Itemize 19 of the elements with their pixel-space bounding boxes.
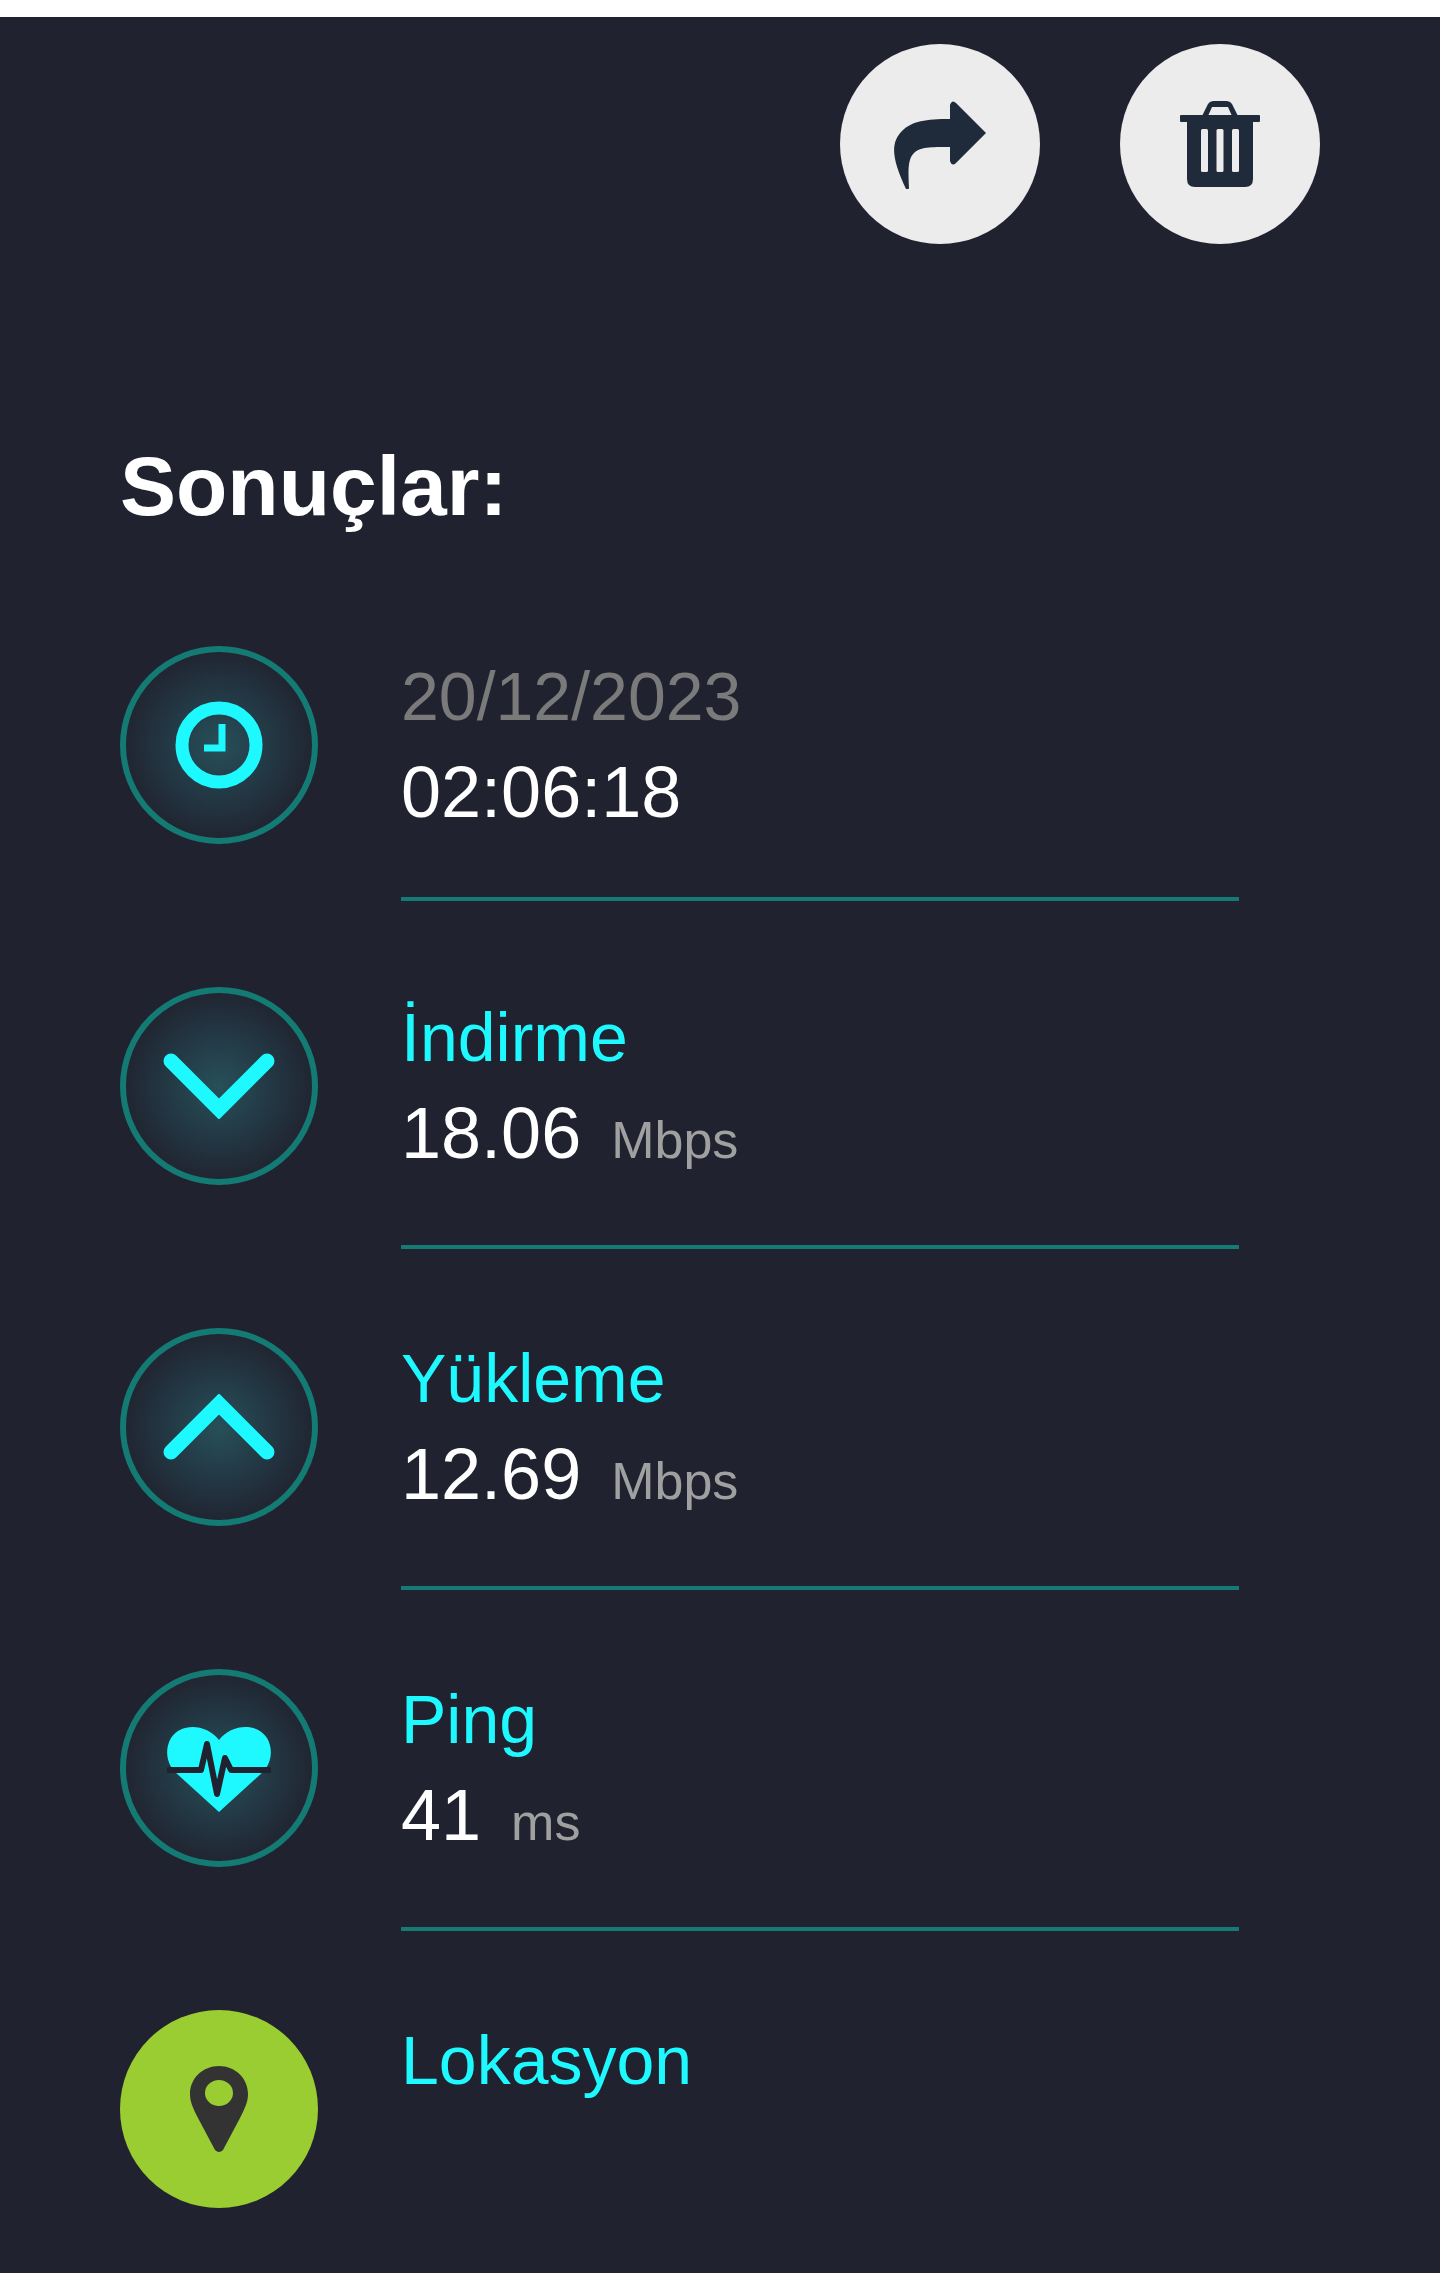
unit-text: Mbps: [611, 1451, 739, 1512]
time-text: 02:06:18: [401, 751, 682, 834]
map-pin-icon: [190, 2066, 248, 2152]
metric-value: 12.69: [401, 1433, 582, 1516]
clock-icon: [175, 701, 263, 789]
trash-icon: [1180, 101, 1260, 187]
unit-text: Mbps: [611, 1110, 739, 1171]
metric-label: Ping: [401, 1680, 539, 1759]
chevron-down-icon: [163, 1053, 275, 1119]
chevron-up-icon: [163, 1394, 275, 1460]
metric-label: İndirme: [401, 998, 629, 1077]
metric-value: 41: [401, 1774, 482, 1857]
results-heading: Sonuçlar:: [120, 438, 509, 535]
date-text: 20/12/2023: [401, 657, 743, 736]
heart-pulse-icon: [167, 1724, 271, 1812]
unit-text: ms: [511, 1792, 581, 1853]
metric-value: 18.06: [401, 1092, 582, 1175]
metric-label: Yükleme: [401, 1339, 667, 1418]
metric-label: Lokasyon: [401, 2021, 694, 2100]
